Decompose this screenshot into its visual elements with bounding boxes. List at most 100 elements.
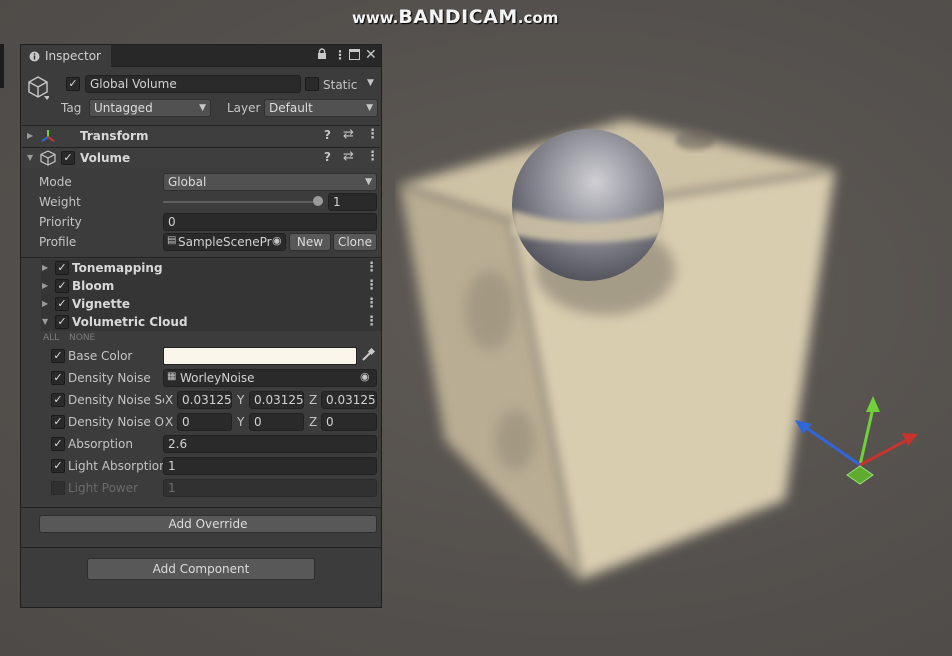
light-absorption-label: Light Absorption <box>68 459 167 473</box>
override-enabled-checkbox[interactable]: ✓ <box>55 297 69 311</box>
watermark-tld: .com <box>517 9 559 27</box>
divider <box>21 547 381 548</box>
override-checkbox-density-noise[interactable]: ✓ <box>51 371 65 385</box>
more-icon[interactable]: ⋮ <box>366 149 379 164</box>
override-header-vignette[interactable]: ▶ ✓ Vignette ⋮ <box>41 295 381 313</box>
presets-icon[interactable]: ⇄ <box>343 127 354 142</box>
more-icon[interactable]: ⋮ <box>366 127 379 142</box>
gameobject-active-checkbox[interactable]: ✓ <box>66 77 80 91</box>
override-checkbox-base-color[interactable]: ✓ <box>51 349 65 363</box>
profile-label: Profile <box>39 235 77 249</box>
gizmo-x-arrow[interactable] <box>902 433 918 446</box>
foldout-collapsed-icon[interactable]: ▶ <box>42 299 48 308</box>
cloud-hole <box>495 410 535 470</box>
override-header-bloom[interactable]: ▶ ✓ Bloom ⋮ <box>41 277 381 295</box>
cloud-cube[interactable] <box>395 110 855 610</box>
foldout-collapsed-icon[interactable]: ▶ <box>42 263 48 272</box>
transform-gizmo[interactable] <box>790 390 930 500</box>
gizmo-y-arrow[interactable] <box>866 396 880 412</box>
help-icon[interactable]: ? <box>324 128 331 142</box>
select-all-link[interactable]: ALL <box>43 333 59 343</box>
divider <box>21 257 381 258</box>
volume-enabled-checkbox[interactable]: ✓ <box>61 151 75 165</box>
override-checkbox-light-power[interactable] <box>51 481 65 495</box>
volume-component-header[interactable]: ▼ ✓ Volume ? ⇄ ⋮ <box>22 147 380 168</box>
more-icon[interactable]: ⋮ <box>365 278 378 293</box>
volume-title: Volume <box>80 151 131 165</box>
sphere[interactable] <box>512 129 664 281</box>
foldout-expanded-icon[interactable]: ▼ <box>42 317 48 326</box>
add-override-button[interactable]: Add Override <box>39 515 377 533</box>
override-enabled-checkbox[interactable]: ✓ <box>55 279 69 293</box>
mode-value: Global <box>168 175 207 189</box>
noise-scale-y-field[interactable]: 0.03125 <box>249 391 304 409</box>
gameobject-name-field[interactable]: Global Volume <box>85 75 301 93</box>
noise-offset-x-field[interactable]: 0 <box>177 413 232 431</box>
close-icon[interactable]: ✕ <box>365 47 377 63</box>
noise-offset-z-field[interactable]: 0 <box>321 413 377 431</box>
density-noise-label: Density Noise <box>68 371 151 385</box>
cloud-hole <box>465 270 515 350</box>
override-title: Volumetric Cloud <box>72 315 188 329</box>
add-component-button[interactable]: Add Component <box>87 558 315 580</box>
profile-field[interactable]: SampleScenePr <box>163 233 286 251</box>
light-absorption-field[interactable]: 1 <box>163 457 377 475</box>
volume-cube-icon <box>40 150 56 166</box>
layer-dropdown[interactable]: Default ▼ <box>264 99 378 117</box>
watermark-www: www. <box>352 9 399 27</box>
object-picker-icon[interactable]: ◉ <box>360 370 370 383</box>
base-color-swatch[interactable] <box>163 347 357 365</box>
override-header-volumetric-cloud[interactable]: ▼ ✓ Volumetric Cloud ⋮ <box>41 313 381 331</box>
gizmo-center[interactable] <box>846 465 874 485</box>
foldout-expanded-icon[interactable]: ▼ <box>27 153 33 162</box>
override-enabled-checkbox[interactable]: ✓ <box>55 261 69 275</box>
override-checkbox-noise-offset[interactable]: ✓ <box>51 415 65 429</box>
override-enabled-checkbox[interactable]: ✓ <box>55 315 69 329</box>
more-icon[interactable]: ⋮ <box>365 314 378 329</box>
priority-field[interactable]: 0 <box>163 213 377 231</box>
foldout-collapsed-icon[interactable]: ▶ <box>27 131 33 140</box>
presets-icon[interactable]: ⇄ <box>343 149 354 164</box>
override-checkbox-noise-scale[interactable]: ✓ <box>51 393 65 407</box>
gameobject-cube-icon[interactable] <box>27 75 49 101</box>
override-checkbox-absorption[interactable]: ✓ <box>51 437 65 451</box>
foldout-collapsed-icon[interactable]: ▶ <box>42 281 48 290</box>
density-noise-field[interactable]: WorleyNoise <box>163 369 377 387</box>
noise-scale-z-field[interactable]: 0.03125 <box>321 391 377 409</box>
y-label: Y <box>237 415 245 429</box>
noise-scale-x-field[interactable]: 0.03125 <box>177 391 232 409</box>
more-icon[interactable]: ⋮ <box>334 48 346 62</box>
inspector-window: Inspector ⋮ ✕ ✓ Global Volume Static ▼ T… <box>20 44 382 608</box>
tag-dropdown[interactable]: Untagged ▼ <box>89 99 211 117</box>
light-power-label: Light Power <box>68 481 139 495</box>
weight-slider-handle[interactable] <box>313 196 323 206</box>
transform-component-header[interactable]: ▶ Transform ? ⇄ ⋮ <box>22 125 380 146</box>
light-power-field: 1 <box>163 479 377 497</box>
noise-offset-y-field[interactable]: 0 <box>249 413 304 431</box>
absorption-field[interactable]: 2.6 <box>163 435 377 453</box>
object-picker-icon[interactable]: ◉ <box>272 234 282 247</box>
override-checkbox-light-absorption[interactable]: ✓ <box>51 459 65 473</box>
override-header-tonemapping[interactable]: ▶ ✓ Tonemapping ⋮ <box>41 259 381 277</box>
select-none-link[interactable]: NONE <box>69 333 95 343</box>
absorption-label: Absorption <box>68 437 133 451</box>
tab-inspector[interactable]: Inspector <box>21 45 111 67</box>
weight-label: Weight <box>39 195 81 209</box>
help-icon[interactable]: ? <box>324 150 331 164</box>
gizmo-z-arrow[interactable] <box>795 420 812 434</box>
z-label: Z <box>309 415 318 429</box>
static-dropdown-icon[interactable]: ▼ <box>367 78 374 88</box>
noise-offset-label: Density Noise Of <box>68 415 164 429</box>
override-title: Vignette <box>72 297 131 311</box>
maximize-icon[interactable] <box>349 49 360 63</box>
lock-icon[interactable] <box>317 48 327 63</box>
more-icon[interactable]: ⋮ <box>365 296 378 311</box>
more-icon[interactable]: ⋮ <box>365 260 378 275</box>
clone-profile-button[interactable]: Clone <box>333 233 377 251</box>
weight-slider-track[interactable] <box>163 201 321 203</box>
weight-field[interactable]: 1 <box>328 193 377 211</box>
static-checkbox[interactable] <box>305 77 319 91</box>
mode-dropdown[interactable]: Global ▼ <box>163 173 377 191</box>
eyedropper-icon[interactable] <box>361 348 375 362</box>
new-profile-button[interactable]: New <box>289 233 331 251</box>
